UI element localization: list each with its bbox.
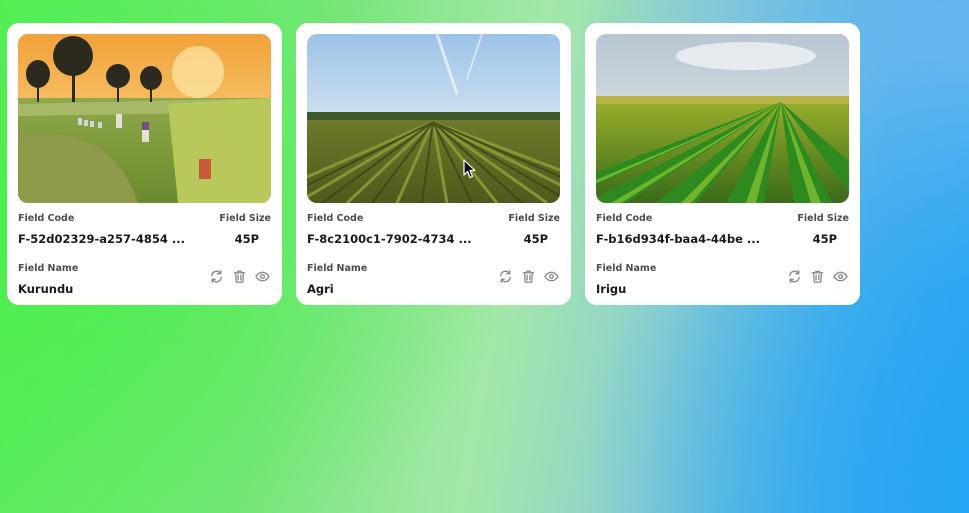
field-name-label: Field Name xyxy=(596,263,657,274)
field-code-value: F-52d02329-a257-4854 ... xyxy=(18,232,185,246)
field-image xyxy=(307,34,560,203)
field-size-value: 45P xyxy=(523,232,548,246)
field-code-value: F-8c2100c1-7902-4734 ... xyxy=(307,232,472,246)
field-code-value: F-b16d934f-baa4-44be ... xyxy=(596,232,760,246)
eye-icon[interactable] xyxy=(543,268,560,285)
field-code-label: Field Code xyxy=(307,213,364,224)
field-size-value: 45P xyxy=(234,232,259,246)
field-image xyxy=(596,34,849,203)
field-name-label: Field Name xyxy=(18,263,79,274)
field-card[interactable]: Field Code Field Size F-8c2100c1-7902-47… xyxy=(296,23,571,305)
field-image xyxy=(18,34,271,203)
field-card[interactable]: Field Code Field Size F-52d02329-a257-48… xyxy=(7,23,282,305)
field-code-label: Field Code xyxy=(596,213,653,224)
eye-icon[interactable] xyxy=(832,268,849,285)
field-card[interactable]: Field Code Field Size F-b16d934f-baa4-44… xyxy=(585,23,860,305)
refresh-icon[interactable] xyxy=(208,268,225,285)
field-size-label: Field Size xyxy=(508,213,560,224)
trash-icon[interactable] xyxy=(809,268,826,285)
card-actions xyxy=(497,268,560,285)
field-card-list: Field Code Field Size F-52d02329-a257-48… xyxy=(7,23,860,305)
field-size-value: 45P xyxy=(812,232,837,246)
field-size-label: Field Size xyxy=(219,213,271,224)
field-name-value: Kurundu xyxy=(18,282,74,296)
card-actions xyxy=(786,268,849,285)
refresh-icon[interactable] xyxy=(497,268,514,285)
refresh-icon[interactable] xyxy=(786,268,803,285)
trash-icon[interactable] xyxy=(520,268,537,285)
card-actions xyxy=(208,268,271,285)
eye-icon[interactable] xyxy=(254,268,271,285)
field-name-value: Irigu xyxy=(596,282,627,296)
mouse-cursor-icon xyxy=(463,159,476,179)
trash-icon[interactable] xyxy=(231,268,248,285)
field-name-value: Agri xyxy=(307,282,334,296)
field-code-label: Field Code xyxy=(18,213,75,224)
field-name-label: Field Name xyxy=(307,263,368,274)
field-size-label: Field Size xyxy=(797,213,849,224)
